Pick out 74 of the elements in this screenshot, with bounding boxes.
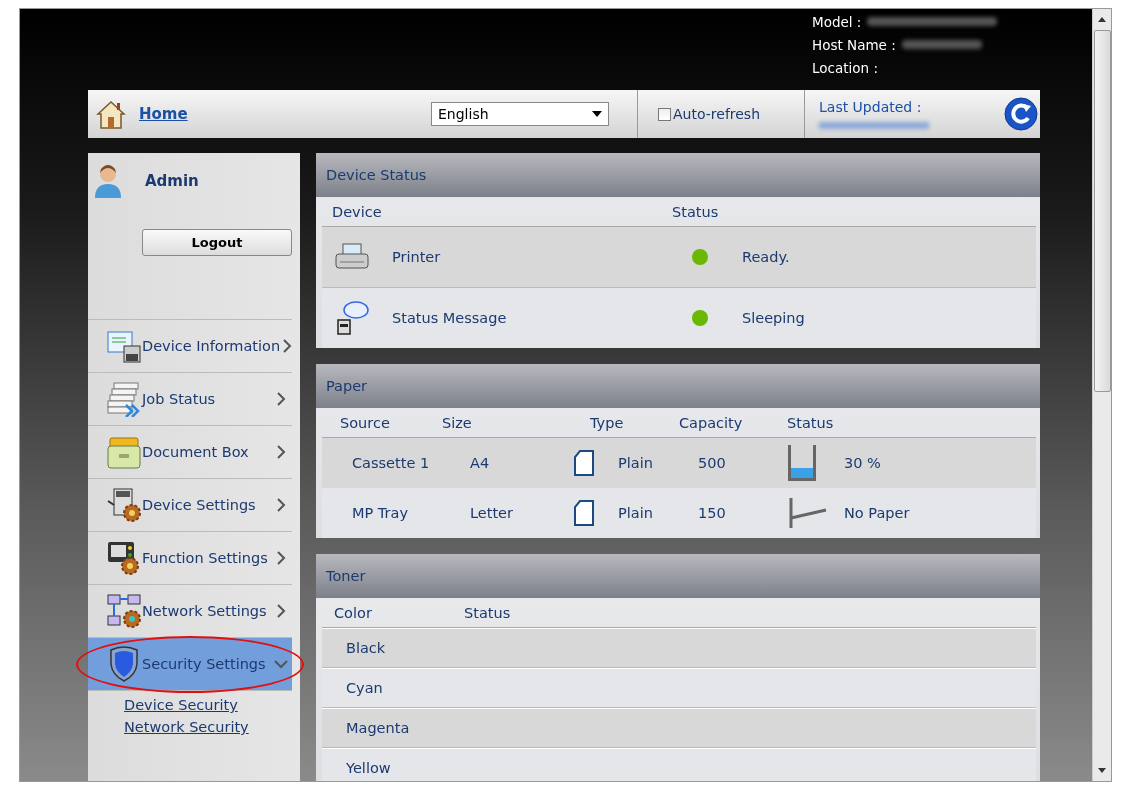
table-cell-text: Plain: [618, 455, 654, 471]
empty-tray-icon: [788, 496, 828, 530]
language-dropdown[interactable]: English: [431, 102, 609, 126]
sidebar-item[interactable]: Device Settings: [88, 479, 292, 532]
paper-sheet-icon: [574, 500, 594, 526]
table-cell: Ready.: [742, 249, 790, 265]
sidebar-item[interactable]: Security Settings: [88, 638, 292, 691]
table-cell: Sleeping: [742, 310, 805, 326]
panel-gear-icon: [106, 540, 142, 576]
table-cell: No Paper: [844, 505, 910, 521]
table-cell-text: Plain: [618, 505, 654, 521]
table-cell: Yellow: [346, 760, 391, 776]
refresh-icon[interactable]: [1004, 97, 1038, 131]
sidebar-item[interactable]: Device Information: [88, 320, 292, 373]
paper-level-gauge: [788, 445, 816, 481]
caret-icon: [592, 111, 602, 117]
speech-bubble-printer-icon: [334, 300, 370, 336]
column-header: Status: [787, 414, 834, 431]
panel-title: Paper: [326, 378, 368, 394]
model-label: Model :: [812, 13, 862, 30]
table-cell-text: 500: [698, 455, 727, 471]
logout-button[interactable]: Logout: [142, 229, 292, 256]
scrollbar-thumb[interactable]: [1093, 30, 1111, 392]
panel-title: Device Status: [326, 167, 427, 183]
table-cell: Cyan: [346, 680, 383, 696]
document-printer-icon: [106, 328, 142, 364]
scroll-up-icon[interactable]: [1098, 17, 1106, 22]
paper-stack-icon: [106, 381, 142, 417]
table-cell: Black: [346, 640, 386, 656]
home-link[interactable]: Home: [139, 105, 188, 123]
user-avatar-icon: [93, 163, 123, 199]
table-cell-text: A4: [470, 455, 491, 471]
auto-refresh-checkbox[interactable]: [658, 107, 671, 121]
table-cell: 30 %: [844, 455, 881, 471]
table-cell-text: MP Tray: [351, 505, 410, 521]
user-name: Admin: [145, 172, 199, 190]
chevron-right-icon: [274, 604, 288, 618]
sidebar-item[interactable]: Function Settings: [88, 532, 292, 585]
column-header: Status: [464, 604, 511, 621]
drawer-box-icon: [106, 434, 142, 470]
table-cell: Magenta: [346, 720, 410, 736]
chevron-down-icon: [274, 657, 288, 671]
home-icon[interactable]: [95, 98, 127, 130]
vertical-scrollbar[interactable]: [1092, 9, 1111, 781]
chevron-right-icon: [274, 551, 288, 565]
printer-gear-icon: [106, 487, 142, 523]
column-header: Source: [339, 414, 391, 431]
chevron-right-icon: [274, 445, 288, 459]
network-gear-icon: [106, 593, 142, 629]
chevron-right-icon: [274, 392, 288, 406]
table-cell-text: Status Message: [391, 310, 508, 326]
column-header: Capacity: [679, 414, 744, 431]
submenu-link[interactable]: Device Security: [88, 697, 238, 713]
sidebar-item[interactable]: Job Status: [88, 373, 292, 426]
table-cell-text: Printer: [391, 249, 442, 265]
column-header: Device: [331, 203, 383, 220]
location-label: Location :: [812, 59, 878, 76]
chevron-right-icon: [274, 498, 288, 512]
table-cell-text: Letter: [470, 505, 514, 521]
column-header: Color: [333, 604, 373, 621]
column-header: Status: [672, 203, 719, 220]
last-updated-label: Last Updated :: [819, 99, 923, 115]
sidebar-item[interactable]: Document Box: [88, 426, 292, 479]
host-name-label: Host Name :: [812, 36, 896, 53]
scroll-down-icon[interactable]: [1098, 768, 1106, 773]
column-header: Size: [442, 414, 473, 431]
column-header: Type: [590, 414, 625, 431]
table-cell-text: Cassette 1: [351, 455, 431, 471]
paper-sheet-icon: [574, 450, 594, 476]
auto-refresh-label: Auto-refresh: [673, 106, 761, 122]
panel-title: Toner: [326, 568, 366, 584]
submenu-link[interactable]: Network Security: [88, 719, 249, 735]
table-cell-text: 150: [698, 505, 727, 521]
printer-icon: [334, 242, 370, 272]
